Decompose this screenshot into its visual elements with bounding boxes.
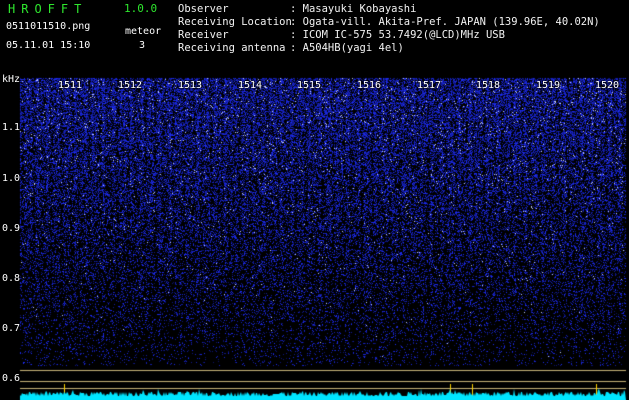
receiver-value: : ICOM IC-575 53.7492(@LCD)MHz USB	[290, 29, 505, 41]
minute-tick: 1516	[357, 80, 382, 91]
minute-tick: 1513	[178, 80, 203, 91]
minute-tick: 1517	[417, 80, 442, 91]
y-tick: 0.9	[2, 223, 21, 234]
antenna-value: : A504HB(yagi 4el)	[290, 42, 404, 54]
antenna-label: Receiving antenna	[178, 42, 286, 54]
minute-tick: 1512	[118, 80, 143, 91]
observer-label: Observer	[178, 3, 229, 15]
minute-tick: 1520	[595, 80, 620, 91]
y-tick: 0.8	[2, 273, 21, 284]
minute-tick: 1511	[58, 80, 83, 91]
location-label: Receiving Location	[178, 16, 292, 28]
minute-tick: 1515	[297, 80, 322, 91]
y-tick: 1.1	[2, 122, 21, 133]
location-value: : Ogata-vill. Akita-Pref. JAPAN (139.96E…	[290, 16, 600, 28]
meteor-count-value: 3	[139, 40, 146, 51]
receiver-label: Receiver	[178, 29, 229, 41]
minute-tick: 1519	[536, 80, 561, 91]
meteor-count-label: meteor	[125, 26, 162, 37]
y-tick: 0.6	[2, 373, 21, 384]
y-tick: 0.7	[2, 323, 21, 334]
spectrogram-canvas	[0, 76, 629, 400]
app-title: HROFFT	[8, 2, 88, 16]
observer-value: : Masayuki Kobayashi	[290, 3, 417, 15]
minute-tick: 1514	[238, 80, 263, 91]
app-version: 1.0.0	[124, 2, 158, 15]
file-name: 0511011510.png	[6, 21, 91, 32]
timestamp: 05.11.01 15:10	[6, 40, 91, 51]
y-axis-unit: kHz	[2, 74, 21, 85]
minute-tick: 1518	[476, 80, 501, 91]
y-tick: 1.0	[2, 173, 21, 184]
